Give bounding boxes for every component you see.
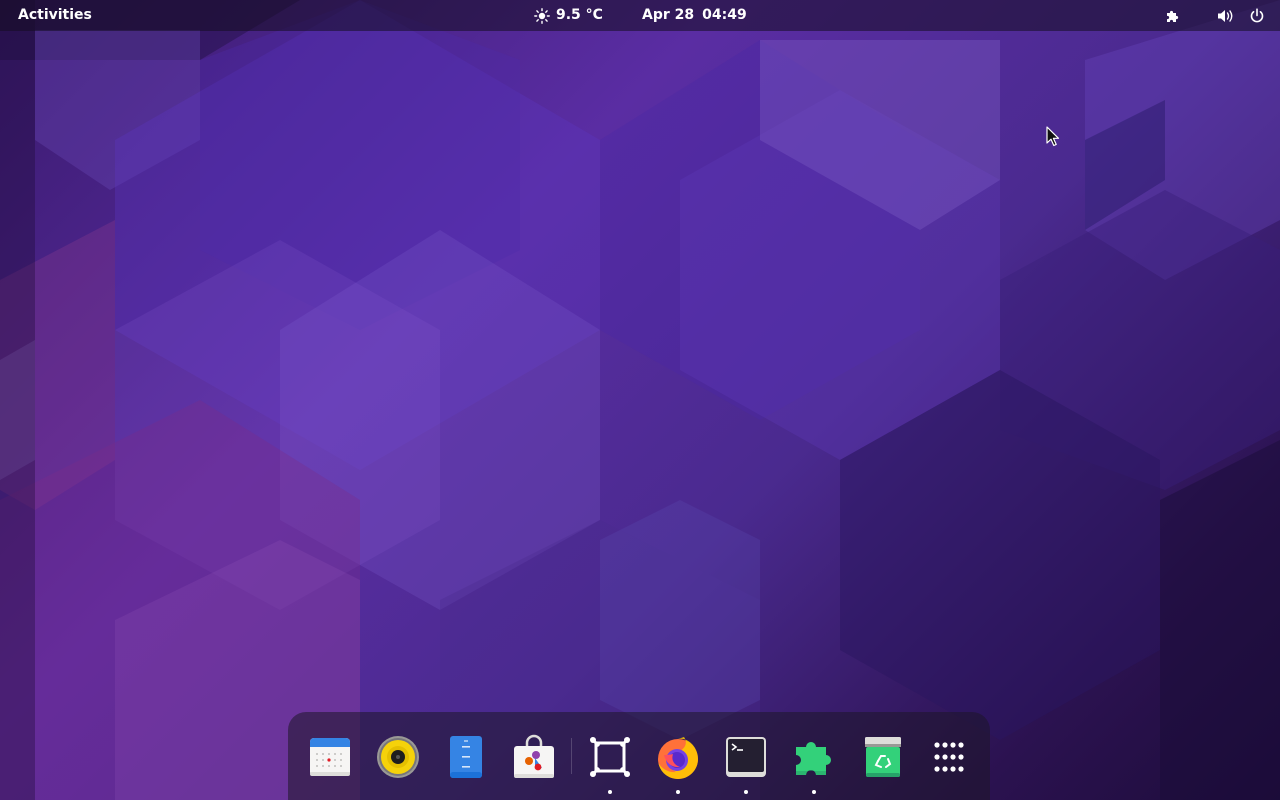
desktop[interactable]: Activities 9.5 °C Apr 28 04:49: [0, 0, 1280, 800]
terminal-icon: [726, 737, 766, 777]
firefox-icon: [658, 737, 698, 779]
temperature-label: 9.5 °C: [556, 7, 603, 23]
extensions-tray-button[interactable]: [1160, 4, 1186, 27]
top-bar: Activities 9.5 °C Apr 28 04:49: [0, 0, 1280, 31]
dock-item-extensions[interactable]: [786, 729, 842, 794]
activities-button[interactable]: Activities: [10, 4, 100, 27]
dock-separator: [571, 738, 572, 774]
puzzle-icon: [796, 742, 831, 775]
wallpaper: [0, 0, 1280, 800]
dock-item-file-roller[interactable]: [438, 729, 494, 785]
clock-button[interactable]: Apr 28 04:49: [636, 4, 753, 27]
speaker-icon: [377, 736, 419, 778]
app-grid-icon: [934, 742, 964, 772]
archive-icon: [450, 736, 482, 778]
sun-icon: [534, 7, 550, 24]
power-icon: [1250, 7, 1264, 22]
dock-item-rhythmbox[interactable]: [370, 729, 426, 785]
weather-indicator[interactable]: 9.5 °C: [528, 4, 609, 27]
software-store-icon: [514, 734, 554, 778]
mouse-cursor-icon: [1046, 126, 1060, 147]
running-indicator: [744, 790, 748, 794]
running-indicator: [608, 790, 612, 794]
dock-item-terminal[interactable]: [718, 729, 774, 794]
puzzle-icon: [1167, 10, 1179, 22]
frame-icon: [589, 736, 631, 778]
dock-item-calendar[interactable]: [302, 729, 358, 785]
clock-date: Apr 28: [642, 7, 695, 23]
running-indicator: [676, 790, 680, 794]
calendar-icon: [310, 738, 350, 776]
system-menu-button[interactable]: [1210, 4, 1272, 27]
volume-icon: [1218, 9, 1233, 22]
clock-time: 04:49: [702, 7, 747, 23]
show-applications-button[interactable]: [921, 729, 977, 785]
dock: [288, 712, 990, 800]
dock-item-firefox[interactable]: [650, 729, 706, 794]
dock-item-software[interactable]: [506, 729, 562, 785]
running-indicator: [812, 790, 816, 794]
dock-item-screen-capture[interactable]: [582, 729, 638, 794]
dock-item-trash[interactable]: [855, 729, 911, 785]
trash-icon: [865, 737, 901, 777]
